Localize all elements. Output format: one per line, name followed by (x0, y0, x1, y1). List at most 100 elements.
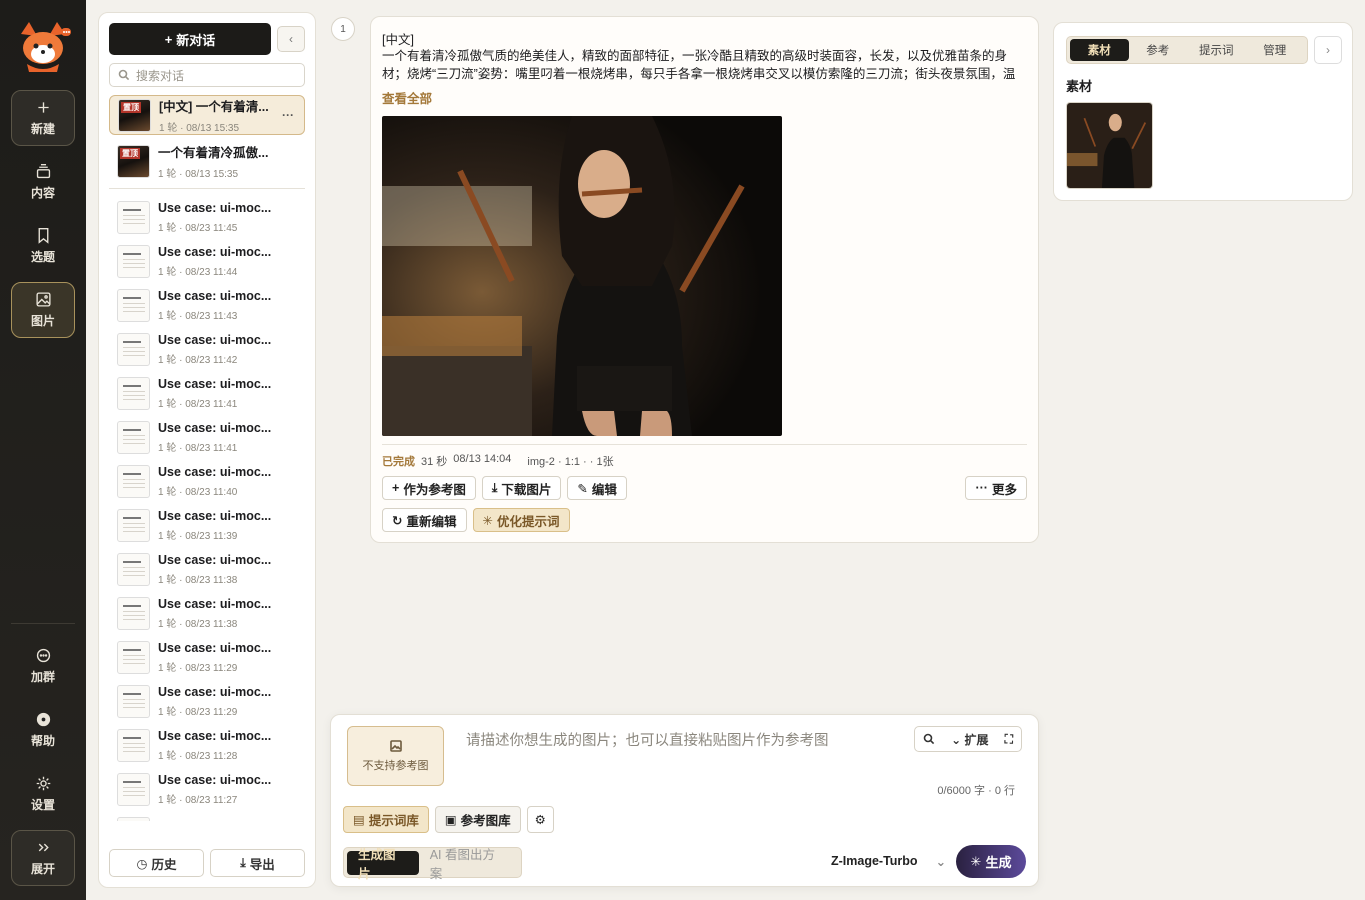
list-item[interactable]: Use case: ui-moc... 1 轮 · 08/23 11:41 (109, 415, 305, 459)
list-item[interactable]: Use case: ui-moc... 1 轮 · 08/23 11:43 (109, 283, 305, 327)
list-item[interactable]: Use case: ui-moc... 1 轮 · 08/23 11:27 (109, 767, 305, 811)
plus-icon: + (164, 31, 173, 47)
list-item[interactable]: Use case: ui-moc... 1 轮 · 08/23 11:41 (109, 371, 305, 415)
reference-library-button[interactable]: ▣ 参考图库 (434, 806, 521, 833)
layers-icon (36, 164, 50, 179)
re-edit-label: 重新编辑 (406, 514, 457, 529)
ellipsis-icon: ··· (975, 481, 988, 495)
composer-settings-button[interactable]: ⚙ (526, 806, 554, 833)
list-item[interactable]: Use case: ui-moc... 1 轮 · 08/23 11:44 (109, 239, 305, 283)
optimize-label: 优化提示词 (496, 514, 560, 529)
chat-bubble-icon (36, 648, 50, 663)
model-select[interactable]: Z-Image-Turbo ⌄ (831, 854, 946, 869)
list-footer: ◷ 历史 ⤓ 导出 (109, 849, 305, 877)
double-chevron-right-icon (38, 843, 49, 852)
app-rail: 新建 内容 选题 图片 加群 帮助 设置 展开 (0, 0, 86, 900)
fullscreen-icon[interactable]: ⛶ (1005, 732, 1013, 747)
list-item[interactable]: Use case: ui-moc... 1 轮 · 08/23 11:38 (109, 591, 305, 635)
list-item[interactable]: 置顶 [中文] 一个有着清... 1 轮 · 08/13 15:35 ··· (109, 95, 305, 135)
list-item[interactable]: Use case: ui-moc... (109, 811, 305, 821)
list-item[interactable]: Use case: ui-moc... 1 轮 · 08/23 11:42 (109, 327, 305, 371)
list-item[interactable]: Use case: ui-moc... 1 轮 · 08/23 11:40 (109, 459, 305, 503)
edit-button[interactable]: ✎ 编辑 (567, 476, 627, 500)
list-item[interactable]: Use case: ui-moc... 1 轮 · 08/23 11:39 (109, 503, 305, 547)
rail-help-button[interactable]: 帮助 (11, 702, 75, 758)
conversation-thumbnail (117, 816, 150, 821)
re-edit-button[interactable]: ↻ 重新编辑 (382, 508, 467, 532)
plus-icon: + (392, 481, 400, 495)
search-icon[interactable] (923, 733, 935, 745)
material-thumbnail[interactable] (1066, 102, 1153, 189)
generate-button[interactable]: ✳ 生成 (956, 845, 1026, 878)
rail-divider (11, 623, 75, 624)
use-as-reference-button[interactable]: + 作为参考图 (382, 476, 476, 500)
more-options-icon[interactable]: ··· (282, 108, 294, 122)
conversation-meta: 1 轮 · 08/23 11:28 (158, 750, 238, 762)
rail-topics-button[interactable]: 选题 (11, 218, 75, 274)
list-item[interactable]: Use case: ui-moc... 1 轮 · 08/23 11:38 (109, 547, 305, 591)
tab-materials[interactable]: 素材 (1070, 39, 1129, 61)
reference-image-slot[interactable]: 不支持参考图 (347, 726, 444, 786)
expand-dropdown[interactable]: ⌄ 扩展 (951, 731, 988, 748)
conversation-meta: 1 轮 · 08/23 11:29 (158, 662, 238, 674)
next-tab-button[interactable]: › (1314, 36, 1342, 64)
conversation-title: Use case: ui-moc... (158, 332, 272, 347)
optimize-prompt-button[interactable]: ✳ 优化提示词 (472, 508, 570, 532)
list-item[interactable]: Use case: ui-moc... 1 轮 · 08/23 11:29 (109, 679, 305, 723)
pinned-tag: 置顶 (120, 147, 140, 159)
mode-ai-plan[interactable]: AI 看图出方案 (419, 848, 518, 881)
generated-image[interactable] (382, 116, 782, 436)
mode-generate-image[interactable]: 生成图片 (347, 848, 419, 881)
status-badge: 已完成 (382, 456, 415, 468)
tab-reference[interactable]: 参考 (1129, 39, 1188, 61)
conversation-thumbnail (117, 552, 150, 586)
rail-content-button[interactable]: 内容 (11, 154, 75, 210)
chevron-down-icon: ⌄ (935, 855, 947, 869)
rail-images-label: 图片 (30, 314, 55, 328)
export-button[interactable]: ⤓ 导出 (210, 849, 305, 877)
more-label: 更多 (991, 482, 1017, 497)
rail-group-button[interactable]: 加群 (11, 638, 75, 694)
conversation-thumbnail (117, 420, 150, 454)
search-input[interactable]: 搜索对话 (109, 63, 305, 87)
message-index-badge: 1 (331, 17, 355, 41)
more-button[interactable]: ··· 更多 (965, 476, 1027, 500)
view-all-link[interactable]: 查看全部 (382, 88, 432, 107)
tab-manage[interactable]: 管理 (1246, 39, 1305, 61)
conversation-thumbnail (117, 772, 150, 806)
new-chat-button[interactable]: + 新对话 (109, 23, 271, 55)
history-button[interactable]: ◷ 历史 (109, 849, 204, 877)
plus-icon (37, 102, 49, 113)
tab-prompts[interactable]: 提示词 (1187, 39, 1246, 61)
conversation-title: Use case: ui-moc... (158, 772, 272, 787)
list-item[interactable]: Use case: ui-moc... 1 轮 · 08/23 11:29 (109, 635, 305, 679)
prompt-library-button[interactable]: ▤ 提示词库 (343, 806, 429, 833)
bookmark-icon (38, 228, 48, 244)
rail-new-button[interactable]: 新建 (11, 90, 75, 146)
edit-icon: ✎ (577, 481, 588, 496)
duration: 31 秒 (421, 456, 448, 468)
conversation-items: 置顶 [中文] 一个有着清... 1 轮 · 08/13 15:35 ··· 置顶… (109, 95, 305, 821)
conversation-thumbnail (117, 508, 150, 542)
list-item[interactable]: Use case: ui-moc... 1 轮 · 08/23 11:45 (109, 195, 305, 239)
gear-icon: ⚙ (534, 813, 546, 827)
conversation-title: Use case: ui-moc... (158, 640, 272, 655)
use-as-reference-label: 作为参考图 (403, 482, 466, 497)
rail-expand-label: 展开 (30, 862, 55, 876)
prompt-input[interactable]: 请描述你想生成的图片；也可以直接粘贴图片作为参考图 (466, 729, 829, 750)
section-title: 素材 (1066, 79, 1093, 94)
card-divider (382, 444, 1027, 445)
rail-settings-button[interactable]: 设置 (11, 766, 75, 822)
conversation-thumbnail (117, 376, 150, 410)
sparkle-icon: ✳ (482, 513, 493, 528)
list-item[interactable]: 置顶 一个有着清冷孤傲... 1 轮 · 08/13 15:35 (109, 139, 305, 183)
collapse-list-button[interactable]: ‹ (277, 26, 305, 52)
rail-images-button[interactable]: 图片 (11, 282, 75, 338)
composer: 不支持参考图 请描述你想生成的图片；也可以直接粘贴图片作为参考图 ⌄ 扩展 ⛶ … (330, 714, 1039, 887)
conversation-title: Use case: ui-moc... (158, 288, 272, 303)
reference-library-label: 参考图库 (460, 814, 511, 828)
expand-label: 扩展 (964, 732, 989, 747)
download-image-button[interactable]: ⤓ 下载图片 (481, 476, 562, 500)
rail-expand-button[interactable]: 展开 (11, 830, 75, 886)
list-item[interactable]: Use case: ui-moc... 1 轮 · 08/23 11:28 (109, 723, 305, 767)
